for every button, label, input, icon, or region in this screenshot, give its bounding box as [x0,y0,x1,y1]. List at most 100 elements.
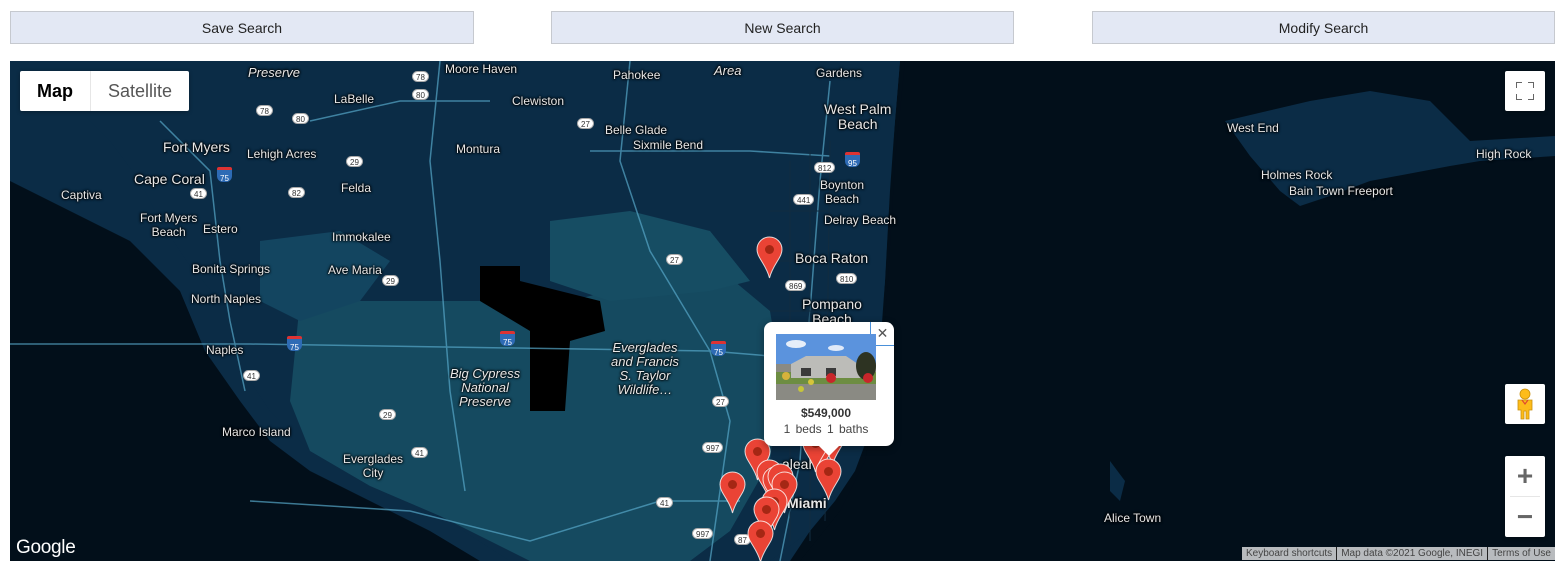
listing-info-window: ✕ $549,000 1 beds 1 baths [764,322,894,456]
label-line: City [362,466,384,480]
label-holmes-rock: Holmes Rock [1261,168,1333,182]
label-line: Wildlife… [617,382,673,397]
route-shield: 27 [666,254,683,265]
zoom-in-button[interactable]: + [1505,456,1545,496]
route-shield: 29 [346,156,363,167]
interstate-shield: 75 [287,336,302,352]
label-captiva: Captiva [61,188,102,202]
label-cape-coral: Cape Coral [134,171,205,187]
route-shield: 78 [256,105,273,116]
route-shield: 80 [292,113,309,124]
map-type-control: Map Satellite [20,71,190,111]
map-attribution: Keyboard shortcuts Map data ©2021 Google… [1242,547,1555,560]
interstate-shield: 75 [217,167,232,183]
save-search-button[interactable]: Save Search [10,11,474,44]
label-clewiston: Clewiston [512,94,565,108]
label-line: and Francis [611,354,679,369]
listing-marker[interactable] [814,458,842,501]
interstate-shield: 75 [500,331,515,347]
label-line: West Palm [824,101,892,117]
route-shield: 27 [577,118,594,129]
listing-baths: 1 baths [827,422,869,436]
label-ranch-preserve: Preserve [248,65,301,80]
terms-of-use-link[interactable]: Terms of Use [1487,547,1555,560]
label-west-end: West End [1227,121,1279,135]
map-type-map-button[interactable]: Map [20,71,91,111]
label-moore-haven: Moore Haven [445,62,518,76]
label-everglades-wildlife: Everglades and Francis S. Taylor Wildlife… [611,341,679,397]
listing-beds-baths: 1 beds 1 baths [764,422,888,436]
zoom-out-button[interactable]: − [1505,497,1545,537]
listing-beds: 1 beds [783,422,822,436]
listing-marker[interactable] [755,236,783,279]
house-photo-image [776,334,876,400]
label-bain-town-freeport: Bain Town Freeport [1289,184,1393,198]
route-shield: 82 [288,187,305,198]
label-pb-gardens: Gardens [816,66,863,80]
label-line: Pompano [802,296,862,312]
route-shield: 78 [412,71,429,82]
route-shield: 41 [411,447,428,458]
label-immokalee: Immokalee [332,230,391,244]
google-logo: Google [16,537,76,558]
route-shield: 29 [382,275,399,286]
fullscreen-button[interactable] [1505,71,1545,111]
route-shield: 997 [702,442,724,453]
route-shield: 869 [785,280,807,291]
label-felda: Felda [341,181,372,195]
label-line: Big Cypress [450,366,521,381]
map-pin-icon [718,471,746,514]
label-line: S. Taylor [619,368,671,383]
route-shield: 41 [190,188,207,199]
label-line: Fort Myers [140,211,198,225]
search-toolbar: Save Search New Search Modify Search [0,11,1567,44]
label-big-cypress: Big Cypress National Preserve [450,367,520,409]
label-estero: Estero [203,222,238,236]
label-line: Preserve [459,394,512,409]
listing-price: $549,000 [800,406,852,420]
map-canvas[interactable]: Preserve Moore Haven Pahokee Area Garden… [10,61,1555,561]
map-data-attribution: Map data ©2021 Google, INEGI [1336,547,1488,560]
pegman-icon [1517,388,1533,420]
listing-marker[interactable] [718,471,746,514]
label-lehigh-acres: Lehigh Acres [247,147,317,161]
route-shield: 812 [814,162,836,173]
route-shield: 810 [836,273,858,284]
label-delray-beach: Delray Beach [824,213,897,227]
label-fort-myers-beach: Fort Myers Beach [140,211,197,239]
modify-search-button[interactable]: Modify Search [1092,11,1555,44]
listing-marker[interactable] [746,520,774,561]
label-boynton-beach: Boynton Beach [820,178,864,206]
map-pin-icon [746,520,774,561]
label-sixmile-bend: Sixmile Bend [633,138,704,152]
label-fort-myers: Fort Myers [163,139,230,155]
label-line: Everglades [612,340,678,355]
interstate-shield: 75 [711,341,726,357]
route-shield: 41 [243,370,260,381]
route-shield: 997 [692,528,714,539]
map-pin-icon [814,458,842,501]
route-shield: 27 [712,396,729,407]
label-line: Beach [825,192,860,206]
fullscreen-icon [1516,82,1534,100]
route-shield: 29 [379,409,396,420]
label-ave-maria: Ave Maria [328,263,382,277]
route-shield: 80 [412,89,429,100]
label-line: Beach [837,116,878,132]
keyboard-shortcuts-link[interactable]: Keyboard shortcuts [1242,547,1337,560]
new-search-button[interactable]: New Search [551,11,1014,44]
label-pahokee: Pahokee [613,68,661,82]
label-montura: Montura [456,142,501,156]
map-type-satellite-button[interactable]: Satellite [91,71,189,111]
label-line: Boynton [820,178,865,192]
street-view-pegman-button[interactable] [1505,384,1545,424]
label-area: Area [714,63,742,78]
label-line: National [461,380,509,395]
label-alice-town: Alice Town [1104,511,1162,525]
label-bonita-springs: Bonita Springs [192,262,271,276]
label-marco-island: Marco Island [222,425,291,439]
listing-photo[interactable] [776,334,876,400]
label-north-naples: North Naples [191,292,262,306]
label-line: Beach [151,225,186,239]
map-pin-icon [755,236,783,279]
